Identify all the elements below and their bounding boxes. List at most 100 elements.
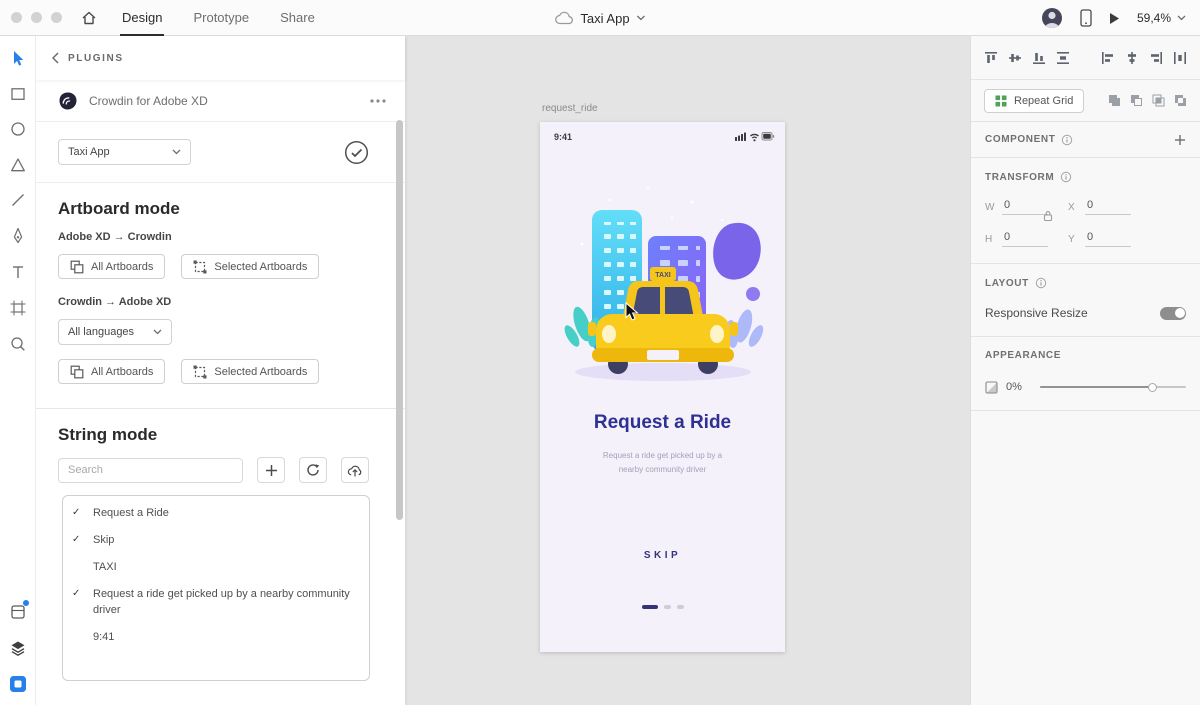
- artboard-request-ride[interactable]: 9:41 TAXI Request a Ride Request a ride …: [540, 122, 785, 652]
- polygon-tool[interactable]: [9, 156, 27, 174]
- layout-section: LAYOUT Responsive Resize: [971, 264, 1200, 337]
- responsive-resize-toggle[interactable]: [1160, 306, 1186, 320]
- plus-icon: [265, 464, 277, 476]
- upload-button[interactable]: [341, 457, 369, 483]
- height-field[interactable]: [1002, 231, 1048, 247]
- string-text: Skip: [93, 533, 115, 546]
- taxi-illustration: TAXI: [564, 186, 764, 381]
- button-label: All Artboards: [91, 365, 154, 378]
- languages-select[interactable]: All languages: [58, 319, 172, 345]
- maximize-window-button[interactable]: [51, 12, 62, 23]
- more-options-icon[interactable]: [369, 98, 387, 103]
- string-mode-section: String mode ✓ Request a Ride ✓ Skip TAXI ✓ Req…: [36, 409, 405, 681]
- line-tool[interactable]: [9, 191, 27, 209]
- plugins-breadcrumb[interactable]: PLUGINS: [68, 53, 124, 64]
- align-center-icon[interactable]: [1125, 51, 1139, 65]
- play-preview-icon[interactable]: [1109, 12, 1120, 25]
- alignment-toolbar: [971, 36, 1200, 80]
- plugins-panel-toggle[interactable]: [9, 600, 29, 621]
- artboard-tool[interactable]: [9, 299, 27, 317]
- plugin-title: Crowdin for Adobe XD: [89, 93, 208, 108]
- artboards-icon: [70, 260, 84, 273]
- document-title-menu[interactable]: Taxi App: [554, 0, 646, 36]
- selected-artboards-button[interactable]: Selected Artboards: [181, 254, 320, 279]
- artboard-name[interactable]: request_ride: [542, 103, 598, 114]
- info-icon[interactable]: [1061, 134, 1073, 146]
- text-tool[interactable]: [9, 263, 27, 281]
- zoom-control[interactable]: 59,4%: [1137, 11, 1186, 25]
- refresh-button[interactable]: [299, 457, 328, 483]
- canvas[interactable]: request_ride 9:41 TAXI Request a Ride Re…: [405, 36, 970, 705]
- layers-panel-toggle[interactable]: [9, 639, 27, 657]
- artboard-title[interactable]: Request a Ride: [540, 412, 785, 434]
- align-left-icon[interactable]: [1101, 51, 1115, 65]
- list-item[interactable]: ✓ Request a Ride: [63, 500, 369, 527]
- pen-tool-icon: [13, 227, 23, 244]
- distribute-horizontal-icon[interactable]: [1173, 51, 1187, 65]
- text-tool-icon: [13, 266, 23, 278]
- slider-handle[interactable]: [1148, 382, 1158, 392]
- list-item[interactable]: 9:41: [63, 624, 369, 651]
- align-middle-icon[interactable]: [1008, 51, 1022, 65]
- repeat-grid-button[interactable]: Repeat Grid: [984, 88, 1085, 113]
- connected-status-icon[interactable]: [344, 140, 369, 165]
- intersect-icon[interactable]: [1152, 94, 1165, 107]
- close-window-button[interactable]: [11, 12, 22, 23]
- zoom-level: 59,4%: [1136, 11, 1171, 25]
- all-artboards-button[interactable]: All Artboards: [58, 254, 166, 279]
- tab-share[interactable]: Share: [278, 0, 317, 36]
- chevron-down-icon: [1177, 15, 1186, 21]
- rectangle-tool[interactable]: [9, 85, 27, 103]
- y-field[interactable]: [1085, 231, 1131, 247]
- skip-button[interactable]: SKIP: [540, 550, 785, 561]
- tab-prototype[interactable]: Prototype: [191, 0, 251, 36]
- subtract-icon[interactable]: [1130, 94, 1143, 107]
- search-input[interactable]: [58, 457, 244, 483]
- check-placeholder: [72, 560, 93, 576]
- zoom-tool[interactable]: [9, 335, 27, 353]
- exclude-icon[interactable]: [1174, 94, 1187, 107]
- string-text: TAXI: [93, 560, 117, 573]
- home-button[interactable]: [81, 10, 97, 26]
- repeat-grid-label: Repeat Grid: [1014, 94, 1074, 107]
- artboard-subtitle[interactable]: Request a ride get picked up by a nearby…: [540, 449, 785, 477]
- distribute-vertical-icon[interactable]: [1056, 51, 1070, 65]
- ellipse-tool-icon: [11, 122, 25, 136]
- list-item[interactable]: ✓ Skip: [63, 527, 369, 554]
- union-icon[interactable]: [1108, 94, 1121, 107]
- project-row: Taxi App: [36, 122, 405, 183]
- project-select[interactable]: Taxi App: [58, 139, 191, 165]
- list-item[interactable]: TAXI: [63, 554, 369, 581]
- app-toolbar: Design Prototype Share Taxi App 59,4%: [0, 0, 1200, 36]
- add-string-button[interactable]: [257, 457, 286, 483]
- workspace: PLUGINS Crowdin for Adobe XD Taxi App Ar…: [0, 36, 1200, 705]
- back-icon[interactable]: [52, 52, 59, 64]
- select-tool[interactable]: [9, 50, 27, 68]
- align-bottom-icon[interactable]: [1032, 51, 1046, 65]
- ellipse-tool[interactable]: [9, 120, 27, 138]
- align-top-icon[interactable]: [984, 51, 998, 65]
- add-component-icon[interactable]: [1174, 134, 1186, 146]
- info-icon[interactable]: [1060, 171, 1072, 183]
- selected-artboards-button[interactable]: Selected Artboards: [181, 359, 320, 384]
- lock-aspect-icon[interactable]: [1043, 210, 1053, 222]
- slider-fill: [1039, 386, 1151, 388]
- plugins-panel-header: PLUGINS: [36, 36, 405, 80]
- tab-design[interactable]: Design: [120, 0, 165, 36]
- width-field[interactable]: [1002, 199, 1048, 215]
- opacity-slider[interactable]: [1039, 380, 1186, 394]
- list-item[interactable]: ✓ Request a ride get picked up by a nearb…: [63, 581, 369, 624]
- direction-crowdin-to-xd: Crowdin → Adobe XD: [58, 296, 172, 308]
- crowdin-plugin-shortcut[interactable]: [9, 675, 27, 693]
- preview-on-device-icon[interactable]: [1080, 9, 1092, 27]
- pen-tool[interactable]: [9, 227, 27, 245]
- minimize-window-button[interactable]: [31, 12, 42, 23]
- artboard-mode-heading: Artboard mode: [58, 199, 180, 218]
- info-icon[interactable]: [1035, 277, 1047, 289]
- panel-scrollbar[interactable]: [396, 120, 403, 520]
- all-artboards-button[interactable]: All Artboards: [58, 359, 166, 384]
- align-right-icon[interactable]: [1149, 51, 1163, 65]
- avatar[interactable]: [1041, 7, 1063, 29]
- x-field[interactable]: [1085, 199, 1131, 215]
- direction-xd-to-crowdin: Adobe XD → Crowdin: [58, 231, 172, 243]
